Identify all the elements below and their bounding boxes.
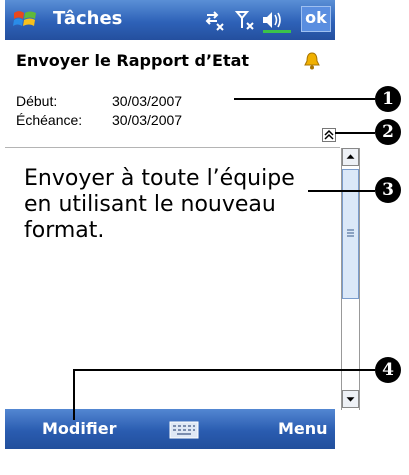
callout-line-4 [73, 369, 375, 371]
signal-icon[interactable] [234, 11, 254, 30]
menu-bar: Modifier Menu [5, 409, 335, 449]
due-date-label: Échéance: [16, 112, 83, 128]
callout-badge-2: 2 [375, 119, 401, 145]
callout-line-2 [335, 132, 375, 134]
volume-icon[interactable] [263, 12, 291, 33]
callout-badge-3: 3 [375, 177, 401, 203]
scroll-up-arrow-icon[interactable] [342, 148, 359, 166]
alarm-bell-icon [304, 52, 320, 70]
scrollbar-thumb[interactable] [342, 169, 359, 299]
callout-badge-4: 4 [375, 357, 401, 383]
scroll-down-arrow-icon[interactable] [342, 390, 359, 408]
callout-line-1 [234, 98, 375, 100]
header-separator [5, 147, 340, 148]
due-date-value: 30/03/2007 [112, 112, 183, 128]
callout-line-3 [308, 190, 375, 192]
menu-softkey[interactable]: Menu [278, 419, 328, 438]
app-title: Tâches [53, 8, 123, 29]
callout-vline-4 [73, 370, 75, 420]
edit-softkey[interactable]: Modifier [42, 419, 116, 438]
keyboard-icon[interactable] [169, 421, 199, 439]
status-icons [205, 11, 291, 33]
task-title: Envoyer le Rapport d’Etat [16, 51, 250, 70]
collapse-header-button[interactable] [322, 128, 336, 142]
start-date-value: 30/03/2007 [112, 93, 183, 109]
callout-badge-1: 1 [375, 86, 401, 112]
start-date-label: Début: [16, 93, 58, 109]
connectivity-icon[interactable] [205, 11, 224, 31]
device-screen: Tâches ok Envoyer le Rapport d’Etat Débu… [0, 0, 409, 475]
windows-start-icon[interactable] [12, 7, 38, 33]
task-note[interactable]: Envoyer à toute l’équipe en utilisant le… [24, 166, 324, 244]
title-bar: Tâches ok [5, 0, 335, 40]
ok-button[interactable]: ok [301, 6, 331, 32]
